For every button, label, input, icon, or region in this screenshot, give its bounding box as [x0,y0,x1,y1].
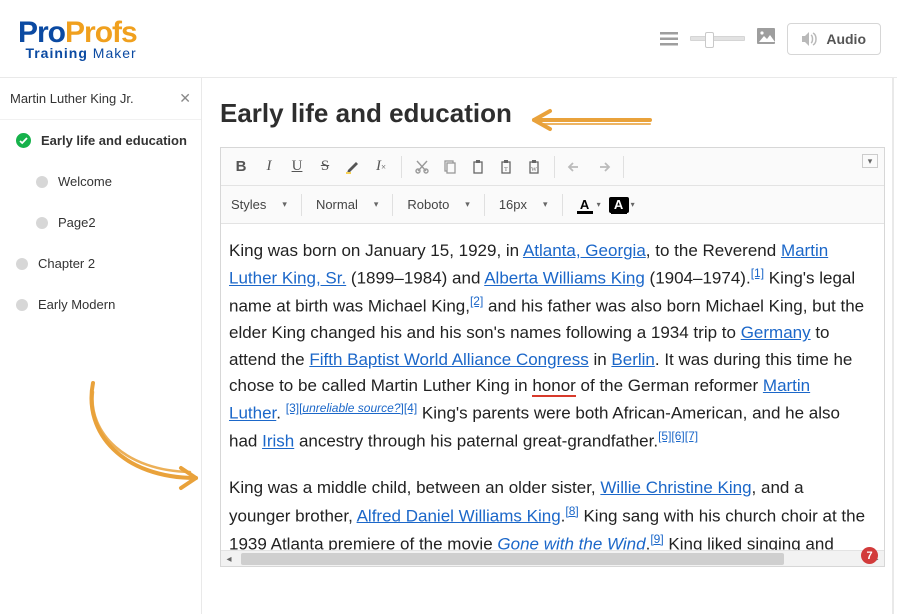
link-willie[interactable]: Willie Christine King [600,478,751,497]
strike-button[interactable]: S [313,155,337,179]
cut-button[interactable] [410,155,434,179]
annotation-arrow-sidebar [78,378,208,498]
redo-button[interactable] [591,155,615,179]
ref-6[interactable]: [6] [671,429,684,443]
bullet-icon [36,217,48,229]
link-atlanta[interactable]: Atlanta, Georgia [523,241,646,260]
sidebar-title-row: Martin Luther King Jr. ✕ [0,78,201,120]
underline-button[interactable]: U [285,155,309,179]
link-germany[interactable]: Germany [741,323,811,342]
ref-2[interactable]: [2] [470,294,483,308]
copy-button[interactable] [438,155,462,179]
brand-logo[interactable]: ProProfs Training Maker [18,18,137,60]
annotation-arrow-title [522,108,652,132]
highlighter-button[interactable] [341,155,365,179]
logo-wordmark: ProProfs [18,18,137,48]
bg-color-button[interactable]: A [609,197,629,213]
ref-9[interactable]: [9] [650,532,663,546]
clear-format-button[interactable]: I× [369,155,393,179]
audio-button[interactable]: Audio [787,23,881,55]
format-select[interactable]: Normal▾ [314,193,380,216]
editor-toolbar-2: Styles▾ Normal▾ Roboto▾ 16px▾ [221,186,884,224]
image-icon[interactable] [757,28,775,49]
undo-button[interactable] [563,155,587,179]
header-tools: Audio [660,23,881,55]
rich-text-editor: B I U S I× T W [220,147,885,567]
scroll-thumb[interactable] [241,553,784,565]
scroll-left-icon[interactable]: ◂ [221,551,237,567]
right-divider [892,78,894,614]
ref-8[interactable]: [8] [565,504,578,518]
page-title: Early life and education [220,98,512,129]
unreliable-source-tag[interactable]: unreliable source? [302,401,400,415]
speaker-icon [802,32,818,46]
paste-button[interactable] [466,155,490,179]
ref-4[interactable]: [4] [404,401,417,415]
course-sidebar: Martin Luther King Jr. ✕ Early life and … [0,78,202,614]
zoom-slider[interactable] [690,33,745,45]
link-alfred[interactable]: Alfred Daniel Williams King [357,506,561,525]
sidebar-item-page2[interactable]: Page2 [0,202,201,243]
link-congress[interactable]: Fifth Baptist World Alliance Congress [309,350,588,369]
styles-select[interactable]: Styles▾ [229,193,289,216]
text-color-button[interactable]: A [575,197,595,213]
link-berlin[interactable]: Berlin [611,350,654,369]
toolbar-more-button[interactable]: ▾ [862,154,878,168]
paste-text-button[interactable]: T [494,155,518,179]
fontsize-select[interactable]: 16px▾ [497,193,550,216]
close-icon[interactable]: ✕ [179,90,191,107]
editor-pane: Early life and education B I U S [202,78,897,614]
bullet-icon [16,258,28,270]
sidebar-item-label: Early life and education [41,133,187,148]
ref-7[interactable]: [7] [685,429,698,443]
link-gone-with-the-wind[interactable]: Gone with the Wind [497,534,645,550]
bold-button[interactable]: B [229,155,253,179]
svg-text:W: W [531,167,537,173]
audio-label: Audio [826,31,866,47]
editor-content[interactable]: King was born on January 15, 1929, in At… [221,224,884,550]
sidebar-item-label: Early Modern [38,297,115,312]
link-alberta[interactable]: Alberta Williams King [484,269,645,288]
menu-icon[interactable] [660,32,678,46]
app-header: ProProfs Training Maker Audio [0,0,897,78]
sidebar-item-welcome[interactable]: Welcome [0,161,201,202]
bullet-icon [16,299,28,311]
sidebar-item-early-modern[interactable]: Early Modern [0,284,201,325]
spellcheck-word: honor [532,376,575,397]
italic-button[interactable]: I [257,155,281,179]
sidebar-item-chapter2[interactable]: Chapter 2 [0,243,201,284]
body-split: Martin Luther King Jr. ✕ Early life and … [0,78,897,614]
font-select[interactable]: Roboto▾ [405,193,471,216]
editor-toolbar-1: B I U S I× T W [221,148,884,186]
ref-3[interactable]: [3] [286,401,299,415]
app-root: ProProfs Training Maker Audio [0,0,897,614]
ref-1[interactable]: [1] [751,266,764,280]
svg-text:T: T [504,167,508,173]
paste-word-button[interactable]: W [522,155,546,179]
notification-badge[interactable]: 7 [861,547,878,564]
course-title: Martin Luther King Jr. [10,91,134,106]
link-irish[interactable]: Irish [262,432,294,451]
horizontal-scrollbar[interactable]: ◂ ▸ [221,550,884,566]
sidebar-item-label: Chapter 2 [38,256,95,271]
sidebar-item-label: Welcome [58,174,112,189]
sidebar-item-early-life[interactable]: Early life and education [0,120,201,161]
logo-subtitle: Training Maker [18,46,137,60]
sidebar-item-label: Page2 [58,215,96,230]
check-icon [16,133,31,148]
bullet-icon [36,176,48,188]
ref-5[interactable]: [5] [658,429,671,443]
